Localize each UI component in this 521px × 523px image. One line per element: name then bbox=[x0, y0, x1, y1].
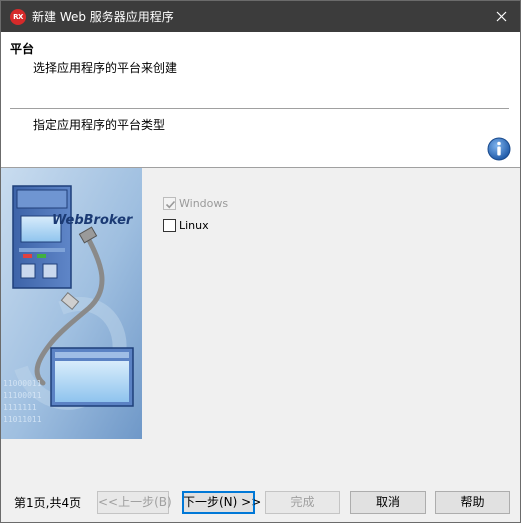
binary-row-2: 11100011 bbox=[3, 391, 42, 400]
windows-checkbox[interactable] bbox=[163, 196, 176, 210]
binary-row-1: 11000011 bbox=[3, 379, 42, 388]
next-button[interactable]: 下一步(N) >> bbox=[182, 491, 261, 514]
wizard-footer: 第1页,共4页 <<上一步(B) 下一步(N) >> 完成 取消 帮助 bbox=[1, 486, 520, 522]
app-icon: RX bbox=[10, 9, 26, 25]
page-subtitle: 选择应用程序的平台来创建 bbox=[33, 61, 178, 75]
help-button[interactable]: 帮助 bbox=[435, 491, 510, 514]
wizard-window: RX 新建 Web 服务器应用程序 平台 选择应用程序的平台来创建 指定应用程序… bbox=[0, 0, 521, 523]
linux-checkbox[interactable] bbox=[163, 218, 176, 232]
header-divider bbox=[10, 108, 509, 109]
webbroker-illustration: 11000011 11100011 1111111 11011011 WebBr… bbox=[1, 168, 142, 439]
close-icon bbox=[496, 11, 507, 22]
option-linux[interactable]: Linux bbox=[163, 214, 228, 236]
linux-label: Linux bbox=[179, 218, 209, 232]
wizard-header: 平台 选择应用程序的平台来创建 指定应用程序的平台类型 bbox=[1, 32, 520, 167]
platform-options: Windows Linux bbox=[163, 192, 228, 236]
option-windows[interactable]: Windows bbox=[163, 192, 228, 214]
binary-row-3: 1111111 bbox=[3, 403, 37, 412]
page-indicator: 第1页,共4页 bbox=[14, 496, 82, 510]
info-icon bbox=[487, 137, 511, 161]
info-button[interactable] bbox=[487, 137, 511, 161]
window-title: 新建 Web 服务器应用程序 bbox=[32, 10, 174, 24]
windows-label: Windows bbox=[179, 196, 229, 210]
back-button[interactable]: <<上一步(B) bbox=[97, 491, 172, 514]
page-title: 平台 bbox=[10, 42, 35, 56]
title-bar[interactable]: RX 新建 Web 服务器应用程序 bbox=[1, 1, 520, 32]
finish-button[interactable]: 完成 bbox=[265, 491, 340, 514]
binary-row-4: 11011011 bbox=[3, 415, 42, 424]
page-description: 指定应用程序的平台类型 bbox=[33, 118, 166, 132]
webbroker-logo: WebBroker bbox=[52, 213, 134, 228]
close-button[interactable] bbox=[484, 1, 520, 32]
cancel-button[interactable]: 取消 bbox=[350, 491, 426, 514]
webbroker-banner: 11000011 11100011 1111111 11011011 WebBr… bbox=[1, 168, 142, 439]
checkmark-icon bbox=[165, 200, 176, 208]
